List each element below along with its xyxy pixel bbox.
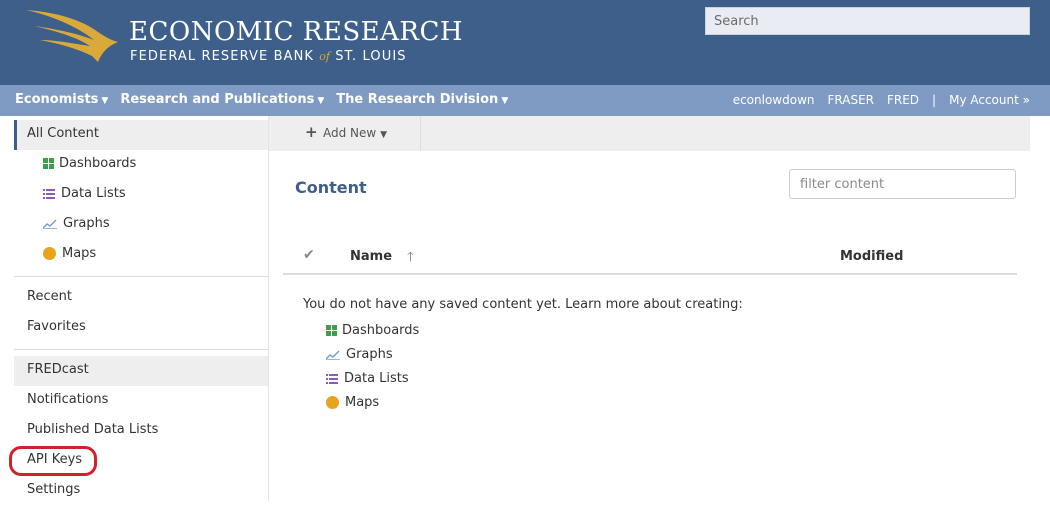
globe-icon (326, 396, 339, 409)
sidebar-item-settings[interactable]: Settings (14, 476, 268, 506)
learn-link-data-lists[interactable]: Data Lists (326, 371, 419, 395)
sidebar-item-api-keys[interactable]: API Keys (9, 446, 268, 476)
caret-down-icon: ▼ (380, 130, 387, 140)
site-header: ECONOMIC RESEARCH FEDERAL RESERVE BANK o… (0, 0, 1050, 85)
brand-subtitle: FEDERAL RESERVE BANK of ST. LOUIS (130, 49, 407, 64)
globe-icon (43, 247, 56, 260)
add-new-button[interactable]: + Add New ▼ (269, 116, 421, 151)
sidebar-item-data-lists[interactable]: Data Lists (14, 180, 268, 210)
sidebar-divider (14, 349, 268, 350)
search-input[interactable] (705, 7, 1030, 35)
nav-fraser[interactable]: FRASER (827, 93, 874, 107)
nav-econlowdown[interactable]: econlowdown (733, 93, 815, 107)
chart-icon (43, 219, 57, 229)
sidebar-item-notifications[interactable]: Notifications (14, 386, 268, 416)
chart-icon (326, 350, 340, 360)
caret-down-icon: ▼ (317, 96, 325, 106)
nav-my-account[interactable]: My Account » (949, 93, 1030, 107)
learn-more-list: Dashboards Graphs Data Lists Maps (326, 323, 419, 419)
learn-link-maps[interactable]: Maps (326, 395, 419, 419)
sidebar-item-published-data-lists[interactable]: Published Data Lists (14, 416, 268, 446)
main-nav: Economists ▼ Research and Publications ▼ T… (0, 85, 1050, 116)
nav-economists[interactable]: Economists ▼ (15, 92, 108, 107)
page-title: Content (295, 178, 367, 197)
list-icon (326, 373, 338, 384)
learn-link-graphs[interactable]: Graphs (326, 347, 419, 371)
nav-fred[interactable]: FRED (887, 93, 919, 107)
highlight-circle (9, 446, 97, 476)
sidebar-divider (14, 276, 268, 277)
empty-state-message: You do not have any saved content yet. L… (303, 297, 743, 312)
plus-icon: + (305, 123, 318, 141)
check-icon[interactable]: ✔ (303, 247, 315, 263)
column-divider (268, 116, 269, 501)
grid-icon (43, 158, 54, 169)
sidebar-item-fredcast[interactable]: FREDcast (14, 356, 268, 386)
nav-research-publications[interactable]: Research and Publications ▼ (120, 92, 324, 107)
filter-content-input[interactable] (789, 169, 1016, 199)
sidebar-item-dashboards[interactable]: Dashboards (14, 150, 268, 180)
nav-research-division[interactable]: The Research Division ▼ (336, 92, 508, 107)
nav-separator: | (932, 93, 937, 107)
content-toolbar: + Add New ▼ (269, 116, 1030, 151)
sidebar-item-maps[interactable]: Maps (14, 240, 268, 270)
caret-down-icon: ▼ (101, 96, 109, 106)
caret-down-icon: ▼ (501, 96, 509, 106)
sort-up-icon[interactable]: 🡑 (407, 248, 414, 270)
table-header: ✔ Name 🡑 Modified (283, 243, 1017, 275)
list-icon (43, 188, 55, 199)
sidebar-item-favorites[interactable]: Favorites (14, 313, 268, 343)
sidebar-item-all-content[interactable]: All Content (14, 120, 268, 150)
chevron-down-icon: » (1022, 93, 1030, 107)
column-name[interactable]: Name (350, 249, 392, 264)
eagle-logo-icon[interactable] (24, 6, 120, 66)
sidebar-item-graphs[interactable]: Graphs (14, 210, 268, 240)
sidebar: All Content Dashboards Data Lists Graphs… (9, 116, 268, 501)
sidebar-item-recent[interactable]: Recent (14, 283, 268, 313)
grid-icon (326, 325, 337, 336)
column-modified[interactable]: Modified (840, 249, 903, 264)
brand-title[interactable]: ECONOMIC RESEARCH (129, 17, 463, 47)
learn-link-dashboards[interactable]: Dashboards (326, 323, 419, 347)
